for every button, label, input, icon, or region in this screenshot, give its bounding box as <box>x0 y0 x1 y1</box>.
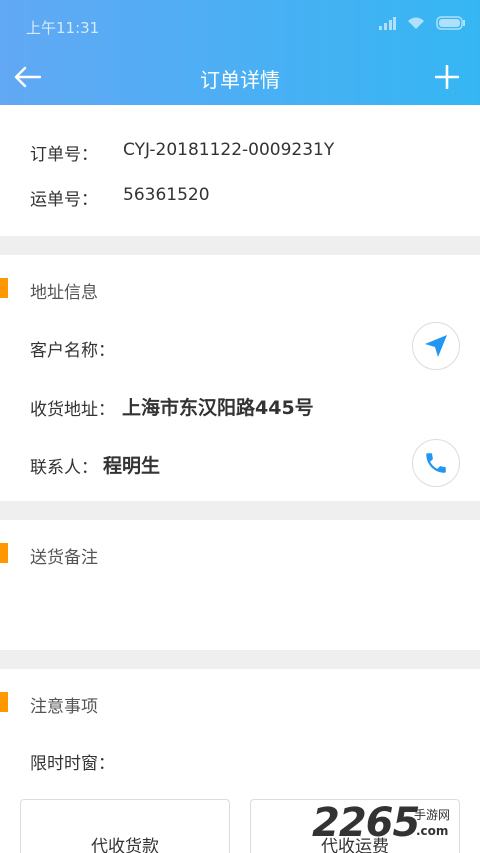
navigate-button[interactable] <box>412 322 460 370</box>
address-card: 地址信息 客户名称： 收货地址： 上海市东汉阳路445号 联系人： 程明生 <box>0 255 480 501</box>
watermark-text: 手游网 <box>414 808 451 822</box>
status-time: 上午11:31 <box>26 19 100 37</box>
ship-address-value: 上海市东汉阳路445号 <box>122 397 314 419</box>
signal-icon <box>379 17 396 30</box>
watermark-logo: 2265 手游网 .com <box>312 800 472 846</box>
section-marker <box>0 692 8 712</box>
watermark-domain: .com <box>416 824 449 838</box>
status-icons <box>378 16 466 30</box>
section-title-address: 地址信息 <box>30 283 98 303</box>
contact-value: 程明生 <box>103 455 161 477</box>
page-title: 订单详情 <box>200 68 280 92</box>
call-button[interactable] <box>412 439 460 487</box>
ship-address-label: 收货地址： <box>30 400 115 420</box>
wifi-icon <box>408 17 424 29</box>
section-title-delivery-note: 送货备注 <box>30 548 98 568</box>
battery-icon <box>436 16 465 30</box>
order-card: 订单号： CYJ-20181122-0009231Y 运单号： 56361520 <box>0 105 480 236</box>
contact-label: 联系人： <box>30 458 98 478</box>
customer-label: 客户名称： <box>30 341 115 361</box>
section-marker <box>0 278 8 298</box>
phone-icon <box>426 453 446 473</box>
waybill-label: 运单号： <box>30 190 98 210</box>
add-button[interactable] <box>430 62 464 92</box>
order-no-value: CYJ-20181122-0009231Y <box>123 140 335 160</box>
order-no-label: 订单号： <box>30 145 98 165</box>
navigation-arrow-icon <box>425 335 447 357</box>
nav-bar: 订单详情 <box>0 52 480 105</box>
collect-goods-payment-button[interactable]: 代收货款 <box>20 799 230 853</box>
watermark-number: 2265 <box>312 800 420 846</box>
waybill-value: 56361520 <box>123 185 210 205</box>
app-header: 上午11:31 订单详情 <box>0 0 480 105</box>
section-marker <box>0 543 8 563</box>
delivery-note-card: 送货备注 <box>0 520 480 650</box>
status-bar: 上午11:31 <box>0 0 480 52</box>
section-title-notes: 注意事项 <box>30 697 98 717</box>
time-window-label: 限时时窗： <box>30 754 115 774</box>
plus-icon <box>435 65 459 89</box>
